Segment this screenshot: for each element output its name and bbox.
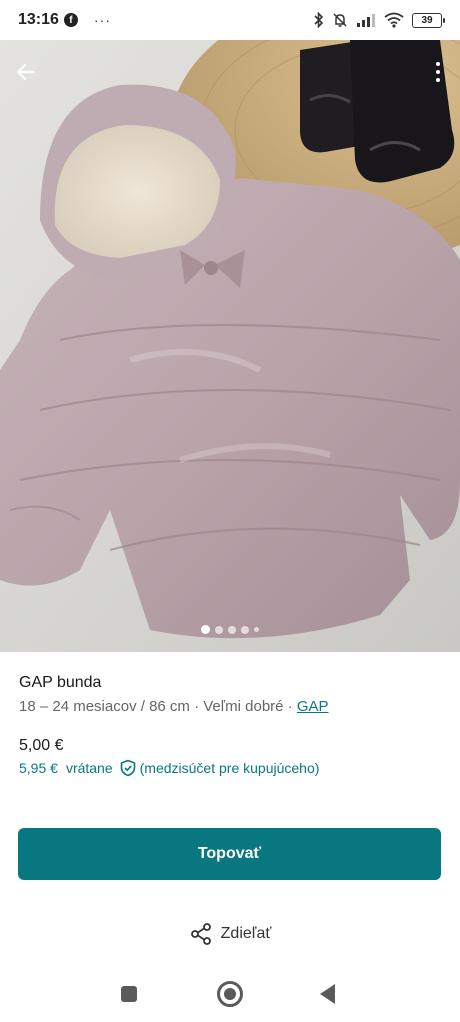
dot: [436, 70, 440, 74]
pager-dot[interactable]: [241, 625, 249, 634]
jacket-photo: [0, 40, 460, 652]
share-label: Zdieľať: [220, 925, 272, 942]
status-time: 13:16: [18, 11, 59, 28]
pager-dot[interactable]: [254, 627, 259, 632]
pager-dot[interactable]: [228, 625, 236, 634]
wifi-icon: [384, 12, 404, 28]
arrow-left-icon: [16, 63, 36, 81]
item-price: 5,00 €: [19, 737, 64, 754]
protection-note: (medzisúčet pre kupujúceho): [139, 760, 320, 776]
item-info: GAP bunda 18 – 24 mesiacov / 86 cm · Veľ…: [19, 672, 441, 718]
more-notifications-icon: ···: [93, 12, 111, 28]
system-nav-bar: [0, 970, 460, 1022]
share-icon: [190, 923, 211, 945]
status-icons: 39: [314, 12, 445, 28]
battery-icon: 39: [412, 12, 445, 28]
recent-apps-button[interactable]: [121, 986, 137, 1002]
shield-check-icon: [119, 759, 137, 777]
facebook-icon: f: [63, 13, 78, 27]
item-meta: 18 – 24 mesiacov / 86 cm · Veľmi dobré ·…: [19, 696, 441, 718]
item-title: GAP bunda: [19, 674, 102, 691]
status-bar: 13:16 f ··· 39: [0, 0, 460, 40]
home-button[interactable]: [217, 981, 243, 1007]
photo-pager: [0, 625, 460, 634]
item-photo[interactable]: [0, 40, 460, 652]
brand-link[interactable]: GAP: [297, 698, 329, 715]
share-button[interactable]: Zdieľať: [0, 917, 460, 951]
back-button[interactable]: [8, 54, 44, 90]
included-label: vrátane: [65, 760, 113, 776]
dot: [436, 62, 440, 66]
system-back-button[interactable]: [320, 984, 335, 1004]
item-details: 18 – 24 mesiacov / 86 cm · Veľmi dobré ·: [19, 698, 297, 715]
bump-button[interactable]: Topovať: [18, 828, 441, 880]
total-price: 5,95 €: [19, 760, 58, 776]
price-with-protection[interactable]: 5,95 € vrátane (medzisúčet pre kupujúceh…: [19, 757, 319, 779]
dot: [436, 78, 440, 82]
mute-icon: [333, 13, 347, 27]
pager-dot-active[interactable]: [201, 625, 210, 634]
pager-dot[interactable]: [215, 625, 223, 634]
signal-icon: [357, 14, 375, 27]
bluetooth-icon: [314, 12, 324, 28]
more-options-button[interactable]: [428, 56, 448, 88]
